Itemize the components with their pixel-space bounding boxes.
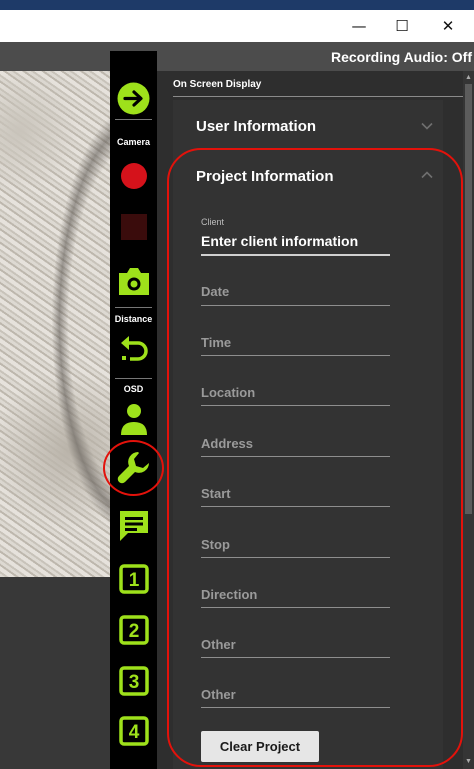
- user-button[interactable]: [110, 400, 157, 438]
- reset-distance-button[interactable]: [110, 331, 157, 369]
- direction-field-underline[interactable]: [201, 607, 390, 608]
- record-button[interactable]: [110, 161, 157, 191]
- stop-field-underline[interactable]: [201, 557, 390, 558]
- camera-icon: [118, 268, 149, 295]
- time-field-underline[interactable]: [201, 355, 390, 356]
- record-icon: [120, 163, 147, 189]
- toolbar-divider: [115, 119, 152, 120]
- person-icon: [120, 404, 147, 435]
- next-button[interactable]: [110, 80, 157, 116]
- start-field-underline[interactable]: [201, 506, 390, 507]
- time-field[interactable]: Time: [201, 335, 231, 350]
- comment-icon: [119, 511, 148, 541]
- client-field-label: Client: [201, 217, 225, 227]
- recording-audio-status: Recording Audio: Off: [330, 49, 472, 65]
- preset-4-button[interactable]: 4: [110, 714, 157, 748]
- distance-section-label: Distance: [114, 314, 153, 324]
- arrow-right-icon: [117, 82, 150, 114]
- stop-icon: [120, 214, 147, 240]
- minimize-button[interactable]: —: [336, 10, 382, 42]
- date-field[interactable]: Date: [201, 284, 229, 299]
- osd-title-divider: [173, 96, 463, 97]
- scroll-down-arrow[interactable]: ▼: [463, 756, 474, 768]
- wrench-icon: [117, 452, 149, 484]
- preset-4-label: 4: [128, 722, 139, 743]
- other-field-underline[interactable]: [201, 657, 390, 658]
- camera-feed-background: [0, 577, 110, 769]
- preset-1-button[interactable]: 1: [110, 562, 157, 596]
- camera-feed: [0, 71, 110, 577]
- close-button[interactable]: ✕: [425, 10, 471, 42]
- preset-1-label: 1: [128, 570, 139, 591]
- preset-3-label: 3: [128, 672, 139, 693]
- window-accent-bar: [0, 0, 474, 10]
- reset-distance-icon: [120, 336, 148, 361]
- location-field[interactable]: Location: [201, 385, 255, 400]
- project-information-label: Project Information: [196, 168, 334, 185]
- scroll-up-arrow[interactable]: ▲: [463, 72, 474, 84]
- chevron-down-icon[interactable]: [420, 119, 434, 133]
- other-field[interactable]: Other: [201, 637, 236, 652]
- maximize-button[interactable]: ☐: [379, 10, 425, 42]
- preset-2-icon: 2: [118, 615, 149, 645]
- preset-4-icon: 4: [118, 716, 149, 746]
- client-field[interactable]: Enter client information: [201, 233, 358, 249]
- comment-button[interactable]: [110, 506, 157, 544]
- toolbar-divider: [115, 378, 152, 379]
- other-field-2[interactable]: Other: [201, 687, 236, 702]
- date-field-underline[interactable]: [201, 305, 390, 306]
- preset-3-icon: 3: [118, 666, 149, 696]
- direction-field[interactable]: Direction: [201, 587, 257, 602]
- other-field-2-underline[interactable]: [201, 707, 390, 708]
- osd-section-label: OSD: [123, 384, 144, 394]
- chevron-up-icon[interactable]: [420, 168, 434, 182]
- address-field[interactable]: Address: [201, 436, 253, 451]
- stop-button[interactable]: [110, 212, 157, 242]
- osd-panel-title: On Screen Display: [173, 79, 262, 90]
- clear-project-button[interactable]: Clear Project: [201, 731, 319, 762]
- stop-field[interactable]: Stop: [201, 537, 230, 552]
- preset-2-button[interactable]: 2: [110, 613, 157, 647]
- osd-scrollbar-thumb[interactable]: [465, 84, 472, 514]
- preset-2-label: 2: [128, 621, 139, 642]
- start-field[interactable]: Start: [201, 486, 231, 501]
- user-information-label: User Information: [196, 118, 317, 135]
- toolbar-divider: [115, 307, 152, 308]
- preset-3-button[interactable]: 3: [110, 664, 157, 698]
- camera-section-label: Camera: [116, 137, 151, 147]
- client-field-underline[interactable]: [201, 254, 390, 256]
- address-field-underline[interactable]: [201, 456, 390, 457]
- preset-1-icon: 1: [118, 564, 149, 594]
- snapshot-button[interactable]: [110, 263, 157, 299]
- location-field-underline[interactable]: [201, 405, 390, 406]
- settings-button[interactable]: [110, 444, 157, 490]
